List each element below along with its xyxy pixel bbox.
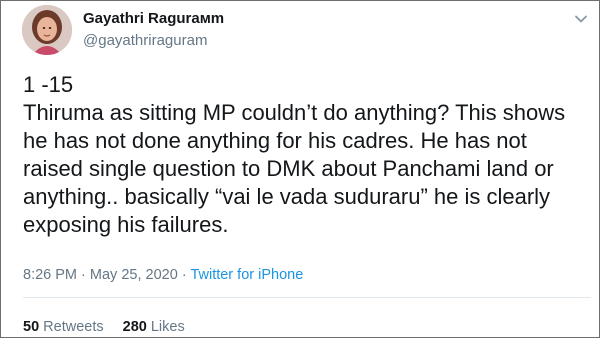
retweets-label: Retweets [43, 319, 104, 335]
meta-separator: · [81, 267, 86, 283]
divider [23, 297, 591, 298]
likes-count: 280 [122, 319, 147, 335]
tweet-text: 1 -15 Thiruma as sitting MP couldn’t do … [23, 71, 583, 239]
likes-stat[interactable]: 280 Likes [123, 319, 185, 335]
retweets-count: 50 [23, 319, 40, 335]
avatar[interactable] [22, 5, 72, 55]
tweet-text-line: he has not done anything for his cadres.… [23, 128, 527, 153]
tweet-text-line: exposing his failures. [23, 212, 229, 237]
meta-separator: · [181, 267, 187, 283]
avatar-image [22, 5, 72, 55]
tweet-time[interactable]: 8:26 PM [23, 267, 77, 283]
tweet-source-link[interactable]: Twitter for iPhone [190, 267, 303, 283]
likes-label: Likes [150, 319, 185, 335]
tweet-text-line: anything.. basically “vai le vada sudura… [23, 184, 551, 209]
author-handle[interactable]: @gayathriraguram [83, 32, 207, 49]
retweets-stat[interactable]: 50 Retweets [23, 319, 104, 335]
tweet-meta: 8:26 PM · May 25, 2020 · Twitter for iPh… [23, 267, 303, 283]
tweet-text-line: raised single question to DMK about Panc… [23, 156, 554, 181]
tweet-card: Gayathri Ragurамm @gayathriraguram 1 -15… [0, 0, 600, 338]
chevron-down-icon[interactable] [573, 11, 589, 27]
tweet-text-line: Thiruma as sitting MP couldn’t do anythi… [23, 100, 566, 125]
tweet-text-line: 1 -15 [23, 72, 74, 97]
tweet-date[interactable]: May 25, 2020 [90, 267, 178, 283]
author-name[interactable]: Gayathri Ragurамm [83, 10, 224, 27]
tweet-stats: 50 Retweets 280 Likes [23, 319, 185, 335]
